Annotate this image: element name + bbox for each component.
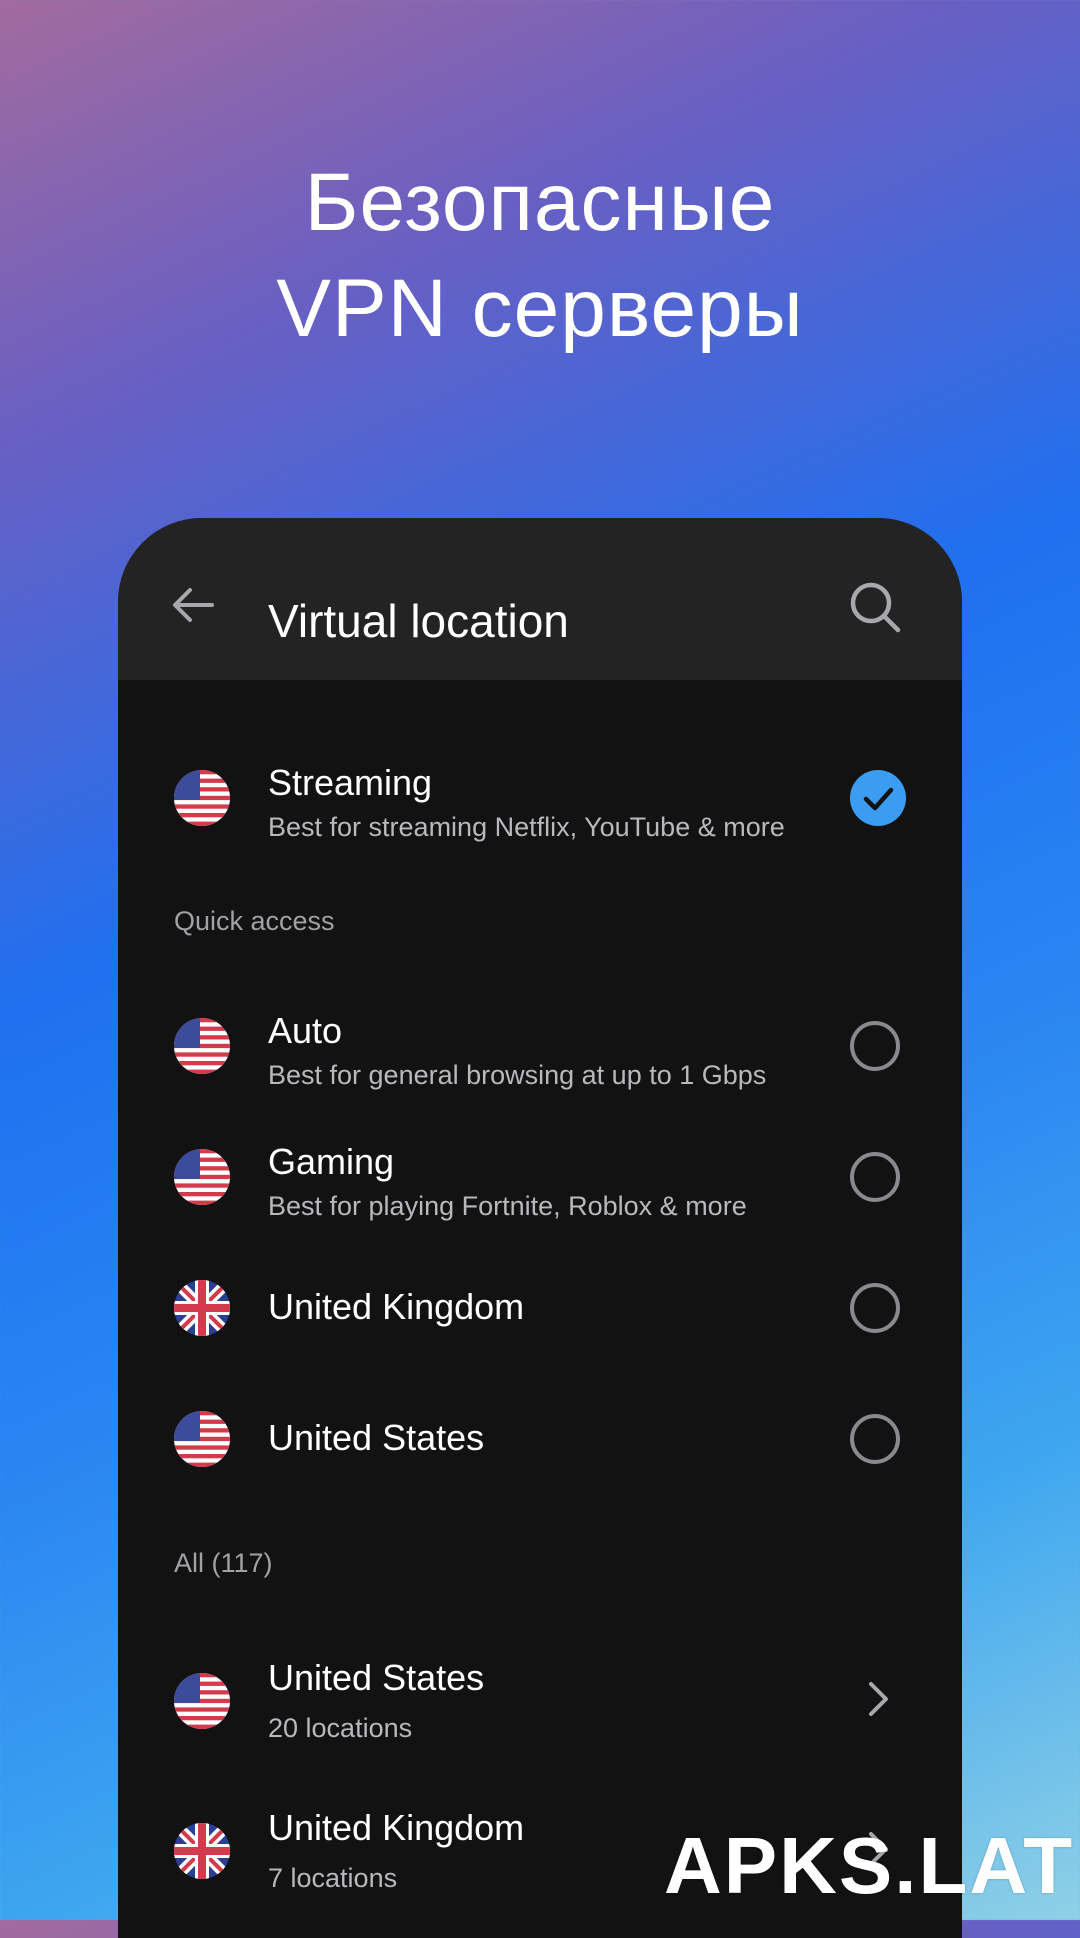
- list-item-all-united-states[interactable]: United States 20 locations: [118, 1643, 962, 1753]
- us-flag-icon: [174, 770, 230, 826]
- row-subtitle: 20 locations: [268, 1713, 413, 1743]
- row-title: Gaming: [268, 1141, 395, 1182]
- radio-button[interactable]: [850, 1414, 900, 1464]
- radio-button[interactable]: [850, 1283, 900, 1333]
- us-flag-icon: [174, 1411, 230, 1467]
- row-title: Auto: [268, 1010, 343, 1051]
- list-item-united-states[interactable]: United States: [118, 1381, 962, 1491]
- watermark: APKS.LAT: [664, 1821, 1075, 1910]
- app-bar: Virtual location: [118, 518, 962, 680]
- headline: Безопасные VPN серверы: [0, 150, 1080, 362]
- row-title: United Kingdom: [268, 1286, 525, 1327]
- radio-button[interactable]: [850, 1021, 900, 1071]
- row-subtitle: 7 locations: [268, 1863, 398, 1893]
- list-item-united-kingdom[interactable]: United Kingdom: [118, 1250, 962, 1360]
- row-subtitle: Best for streaming Netflix, YouTube & mo…: [268, 812, 785, 842]
- row-title: Streaming: [268, 762, 433, 803]
- row-title: United Kingdom: [268, 1807, 525, 1848]
- row-title: United States: [268, 1657, 485, 1698]
- us-flag-icon: [174, 1673, 230, 1729]
- phone-screen: Virtual location Streaming Best for stre…: [118, 518, 962, 1938]
- checkmark-icon[interactable]: [850, 770, 906, 826]
- us-flag-icon: [174, 1149, 230, 1205]
- list-item-gaming[interactable]: Gaming Best for playing Fortnite, Roblox…: [118, 1119, 962, 1229]
- uk-flag-icon: [174, 1280, 230, 1336]
- headline-line-1: Безопасные: [304, 157, 776, 248]
- list-item-streaming[interactable]: Streaming Best for streaming Netflix, Yo…: [118, 740, 962, 850]
- row-subtitle: Best for general browsing at up to 1 Gbp…: [268, 1060, 767, 1090]
- row-title: United States: [268, 1417, 485, 1458]
- us-flag-icon: [174, 1018, 230, 1074]
- uk-flag-icon: [174, 1823, 230, 1879]
- headline-line-2: VPN серверы: [276, 263, 804, 354]
- page-title: Virtual location: [268, 595, 569, 647]
- chevron-right-icon[interactable]: [866, 1679, 892, 1719]
- arrow-left-icon[interactable]: [168, 580, 218, 630]
- search-icon[interactable]: [848, 580, 902, 634]
- list-item-auto[interactable]: Auto Best for general browsing at up to …: [118, 988, 962, 1098]
- row-subtitle: Best for playing Fortnite, Roblox & more: [268, 1191, 747, 1221]
- radio-button[interactable]: [850, 1152, 900, 1202]
- section-label-quick-access: Quick access: [174, 906, 335, 936]
- section-label-all: All (117): [174, 1548, 273, 1578]
